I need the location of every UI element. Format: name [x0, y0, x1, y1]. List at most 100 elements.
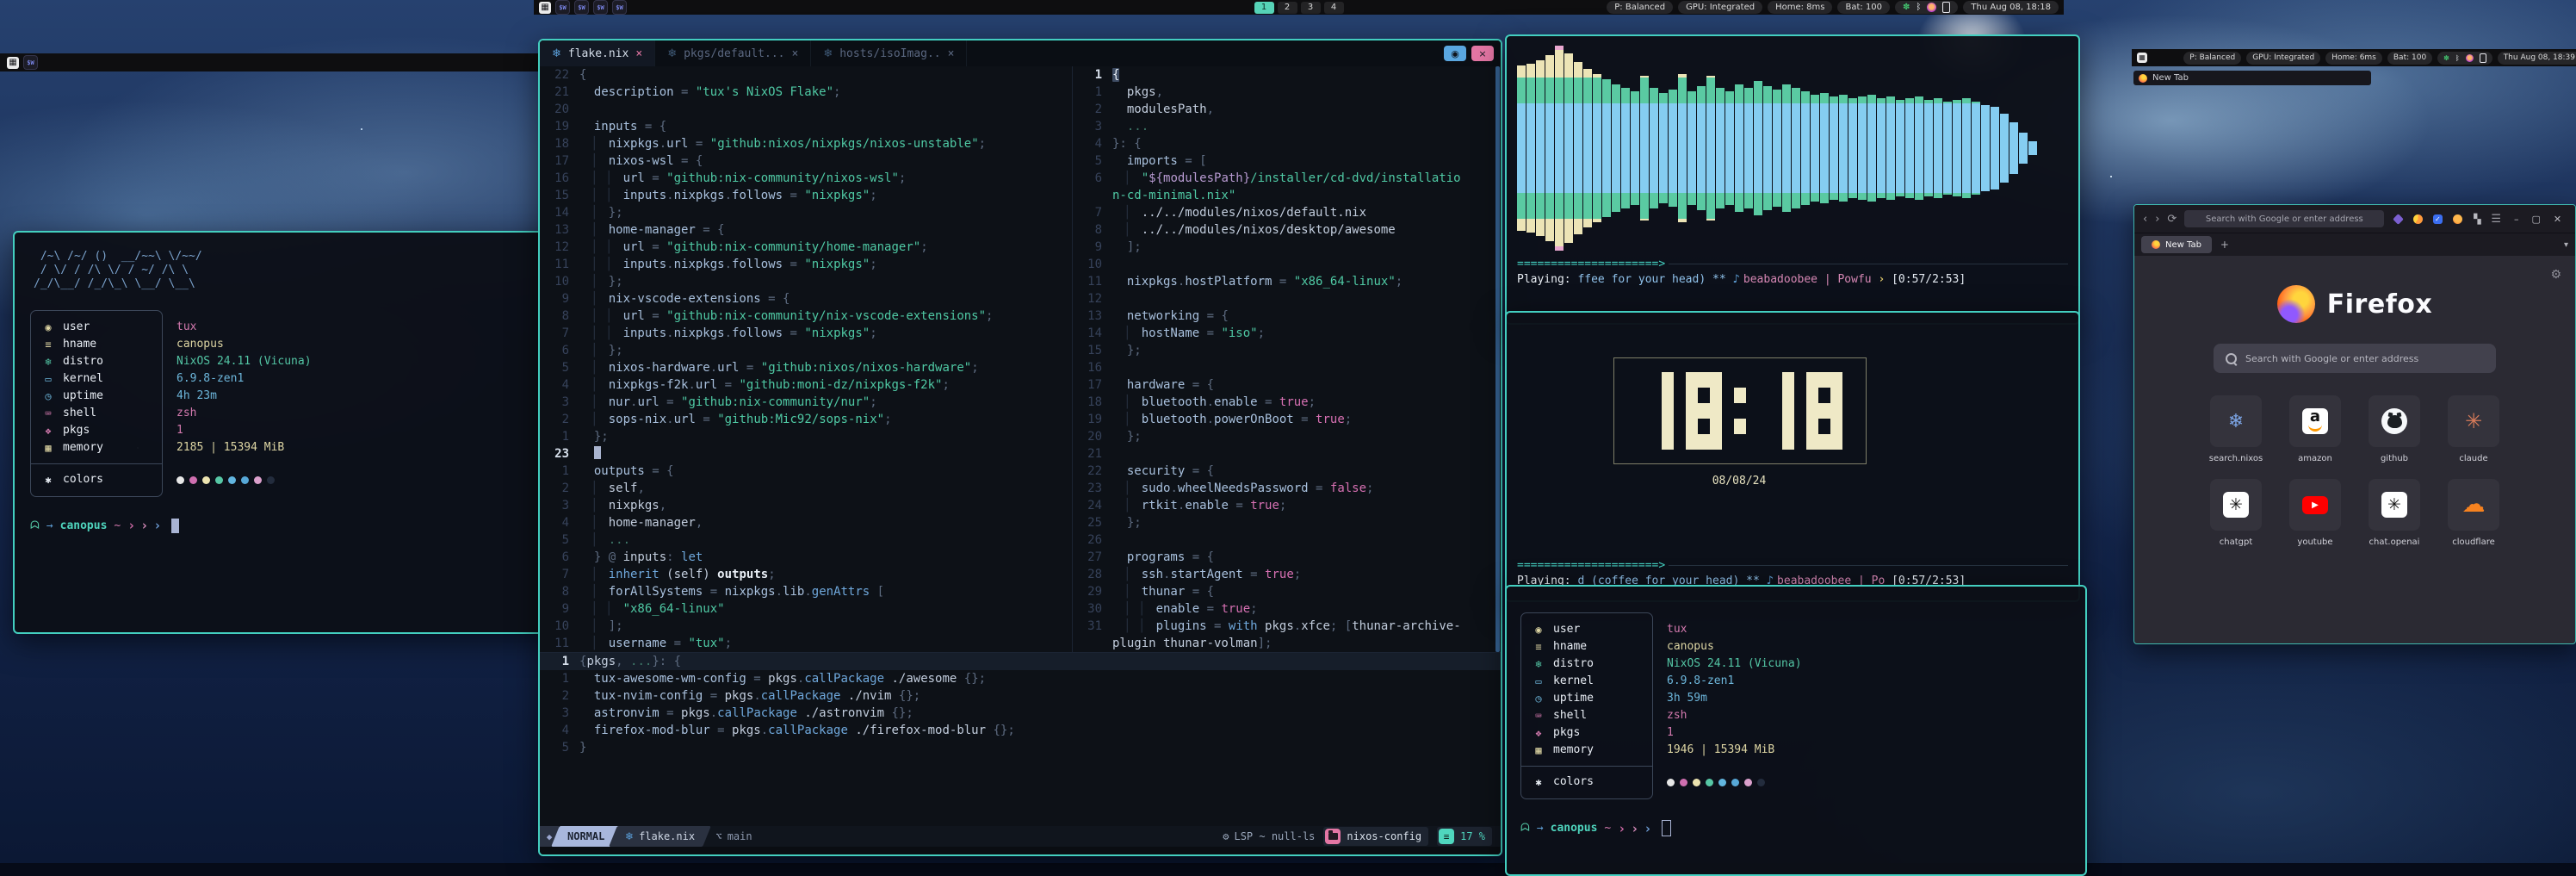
network-tray-icon[interactable]: ✽ — [1903, 2, 1910, 13]
fetch-panel: ◉user≡hname❄distro▭kernel◷uptime⌨shell❖p… — [30, 310, 548, 497]
shortcut-cloudflare[interactable]: ☁cloudflare — [2443, 479, 2504, 547]
shortcut-amazon[interactable]: aamazon — [2285, 395, 2345, 463]
url-bar[interactable]: Search with Google or enter address — [2184, 210, 2384, 227]
tray-orb-icon[interactable] — [2466, 54, 2474, 62]
power-profile-module[interactable]: P: Balanced — [2183, 52, 2241, 65]
editor-tab[interactable]: ❄pkgs/default...× — [655, 40, 811, 66]
tab-close-icon[interactable]: × — [635, 47, 642, 60]
code-line: 3 ▏ nixpkgs, — [540, 497, 1072, 514]
phone-tray-icon[interactable] — [1942, 2, 1950, 13]
scrollbar[interactable] — [1495, 66, 1500, 652]
code-line: 2 modulesPath, — [1073, 101, 1501, 118]
code-line: 20 — [540, 101, 1072, 118]
power-profile-module[interactable]: P: Balanced — [1607, 1, 1673, 14]
workspace-button-1[interactable]: 1 — [1254, 2, 1274, 14]
editor-tab[interactable]: ❄flake.nix× — [540, 40, 655, 66]
code-line: 4 firefox-mod-blur = pkgs.callPackage ./… — [540, 722, 1501, 739]
tab-close-icon[interactable]: × — [792, 47, 799, 60]
color-dot — [1680, 779, 1687, 786]
maximize-icon[interactable]: ▢ — [2531, 214, 2540, 225]
code-line: 2 ▏ sops-nix.url = "github:Mic92/sops-ni… — [540, 411, 1072, 428]
shortcut-label: cloudflare — [2452, 537, 2495, 547]
code-line: 1 }; — [540, 428, 1072, 445]
forward-icon[interactable]: › — [2155, 213, 2159, 226]
editor-pane-flake-nix[interactable]: 22{21 description = "tux's NixOS Flake";… — [540, 66, 1072, 652]
shortcut-youtube[interactable]: ▶youtube — [2285, 479, 2345, 547]
wezterm-icon[interactable]: $W — [555, 0, 570, 15]
close-icon[interactable]: ✕ — [2554, 214, 2561, 225]
wezterm-icon[interactable]: $W — [574, 0, 589, 15]
search-input[interactable]: Search with Google or enter address — [2214, 344, 2496, 373]
extension-icon-4[interactable] — [2451, 213, 2463, 225]
workspace-button-4[interactable]: 4 — [1324, 2, 1344, 14]
gpu-module[interactable]: GPU: Integrated — [2246, 52, 2320, 65]
fetch-box: ◉user≡hname❄distro▭kernel◷uptime⌨shell❖p… — [30, 310, 163, 497]
tab-new-tab[interactable]: New Tab — [2141, 236, 2212, 253]
minimize-icon[interactable]: – — [2514, 214, 2519, 225]
tasklist-entry-firefox[interactable]: New Tab — [2133, 71, 2371, 85]
firefox-window[interactable]: ‹ › ⟳ Search with Google or enter addres… — [2133, 204, 2576, 644]
battery-module[interactable]: Bat: 100 — [1837, 1, 1890, 14]
menu-icon[interactable]: ☰ — [2491, 213, 2501, 226]
clock-terminal-window[interactable]: 08/08/24 =====================> Playing:… — [1505, 311, 2080, 602]
line-number: 19 — [540, 118, 579, 135]
phone-tray-icon[interactable] — [2480, 53, 2486, 63]
shortcut-claude[interactable]: ✳claude — [2443, 395, 2504, 463]
fetch-label: uptime — [63, 388, 103, 405]
reload-icon[interactable]: ⟳ — [2167, 213, 2177, 226]
editor-pane-iso-image[interactable]: 1{1 pkgs,2 modulesPath,3 ...4}: {5 impor… — [1072, 66, 1501, 652]
shortcut-chatgpt[interactable]: ✳chatgpt — [2206, 479, 2266, 547]
bufferline-close-button[interactable]: × — [1471, 46, 1494, 61]
fetch-label: kernel — [1553, 673, 1594, 690]
terminal-cursor[interactable] — [1662, 820, 1671, 836]
shortcut-chat.openai[interactable]: ✳chat.openai — [2364, 479, 2424, 547]
network-tray-icon[interactable]: ✽ — [2443, 53, 2449, 64]
bluetooth-tray-icon[interactable]: ᛒ — [2455, 53, 2460, 64]
editor-tab[interactable]: ❄hosts/isoImag..× — [811, 40, 967, 66]
system-tray[interactable]: ✽ ᛒ — [2437, 52, 2492, 65]
bufferline-pick-button[interactable]: ◉ — [1444, 46, 1466, 61]
line-number: 20 — [540, 101, 579, 118]
wezterm-icon[interactable]: $W — [23, 55, 38, 70]
clock-module[interactable]: Thu Aug 08, 18:18 — [1963, 1, 2059, 14]
ping-module[interactable]: Home: 8ms — [1768, 1, 1832, 14]
battery-module[interactable]: Bat: 100 — [2387, 52, 2432, 65]
app-grid-icon[interactable]: ▦ — [7, 57, 19, 69]
gear-icon[interactable]: ⚙ — [2550, 268, 2561, 282]
clock-module[interactable]: Thu Aug 08, 18:39 — [2498, 52, 2576, 65]
app-grid-icon[interactable]: ▦ — [2137, 53, 2147, 63]
cava-terminal-window[interactable]: =====================> Playing: ffee for… — [1505, 34, 2080, 325]
ping-module[interactable]: Home: 6ms — [2325, 52, 2382, 65]
fetch-value: tux — [176, 319, 312, 336]
bluetooth-tray-icon[interactable]: ᛒ — [1916, 2, 1921, 13]
workspace-button-2[interactable]: 2 — [1278, 2, 1297, 14]
visualizer-bar — [1593, 74, 1601, 222]
left-terminal-window[interactable]: /~\ /~/ () __/~~\ \/~~/ / \/ / /\ \/ / ~… — [13, 231, 566, 634]
shortcut-search.nixos[interactable]: ❄search.nixos — [2206, 395, 2266, 463]
line-number: 1 — [1073, 66, 1112, 84]
firefox-wordmark: Firefox — [2327, 289, 2432, 320]
back-icon[interactable]: ‹ — [2143, 213, 2147, 226]
extension-icon-3[interactable]: ✓ — [2431, 213, 2443, 225]
visualizer-bar — [1934, 98, 1942, 198]
system-tray[interactable]: ✽ ᛒ — [1895, 1, 1958, 14]
extensions-puzzle-icon[interactable]: ▚ — [2471, 213, 2483, 225]
editor-pane-pkgs-default[interactable]: 1{pkgs, ...}: {1 tux-awesome-wm-config =… — [540, 652, 1501, 826]
app-grid-icon[interactable]: ▦ — [539, 2, 551, 14]
extension-icon-1[interactable] — [2392, 213, 2404, 225]
tray-orb-icon[interactable] — [1927, 3, 1936, 12]
tab-close-icon[interactable]: × — [948, 47, 955, 60]
neovim-window[interactable]: ❄flake.nix×❄pkgs/default...×❄hosts/isoIm… — [538, 39, 1502, 856]
visualizer-bar — [2000, 114, 2009, 183]
workspace-button-3[interactable]: 3 — [1301, 2, 1321, 14]
tab-list-chevron-icon[interactable]: ▾ — [2564, 240, 2568, 250]
terminal-cursor[interactable] — [171, 519, 179, 533]
wezterm-icon[interactable]: $W — [593, 0, 608, 15]
shortcut-github[interactable]: github — [2364, 395, 2424, 463]
gpu-module[interactable]: GPU: Integrated — [1678, 1, 1762, 14]
uptime-icon: ◷ — [1532, 690, 1545, 707]
fetch-terminal-window[interactable]: ◉user≡hname❄distro▭kernel◷uptime⌨shell❖p… — [1505, 585, 2087, 876]
wezterm-icon[interactable]: $W — [612, 0, 627, 15]
extension-icon-2[interactable] — [2412, 213, 2424, 225]
new-tab-button[interactable]: + — [2220, 239, 2229, 251]
